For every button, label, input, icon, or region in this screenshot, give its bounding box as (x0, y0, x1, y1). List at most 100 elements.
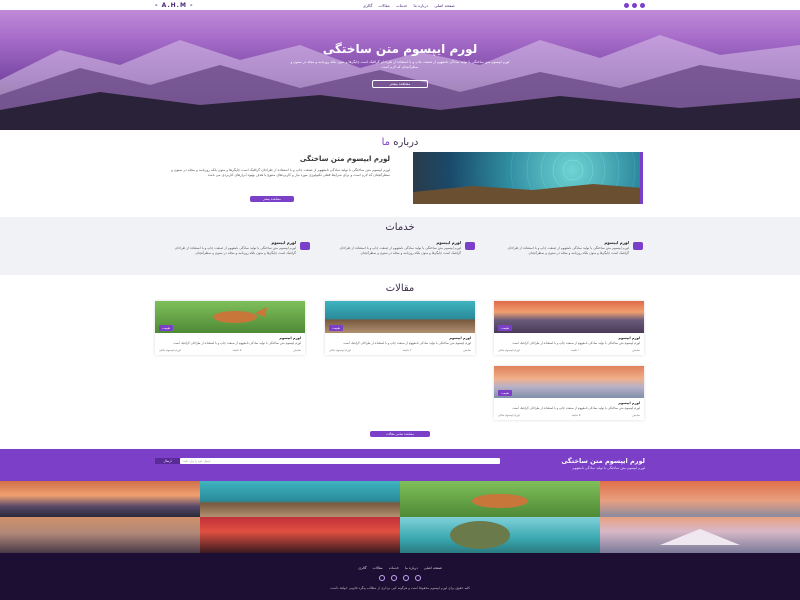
hero-mountains (0, 35, 800, 130)
service-icon (633, 242, 643, 250)
about-heading: لورم ایپسوم متن ساختگی (299, 155, 390, 163)
article-text: لورم ایپسوم متن ساختگی با تولید سادگی نا… (343, 341, 471, 345)
article-text: لورم ایپسوم متن ساختگی با تولید سادگی نا… (512, 406, 640, 410)
gallery-image[interactable] (600, 517, 800, 553)
about-section-title: درباره ما (0, 137, 800, 148)
about-paragraph: لورم ایپسوم متن ساختگی با تولید سادگی نا… (171, 168, 390, 177)
instagram-icon[interactable] (632, 2, 637, 8)
service-icon (465, 242, 475, 250)
newsletter-email-input[interactable]: ایمیل خود را وارد کنید (180, 458, 500, 464)
article-title: لورم ایپسوم (279, 336, 301, 340)
service-text: لورم ایپسوم متن ساختگی با تولید سادگی نا… (507, 246, 629, 255)
article-image-mountain: طبیعت (494, 366, 644, 398)
site-footer: صفحه اصلی درباره ما خدمات مقالات گالری ک… (0, 553, 800, 600)
about-more-button[interactable]: مشاهده بیشتر (250, 196, 294, 202)
article-meta: نمایش ۵ دقیقه لورم ایپسوم مثالی (155, 345, 305, 355)
footer-item-gallery[interactable]: گالری (358, 566, 366, 570)
nav-item-services[interactable]: خدمات (396, 3, 408, 8)
article-card[interactable]: طبیعت لورم ایپسوم لورم ایپسوم متن ساختگی… (155, 301, 305, 355)
about-title-accent: ما (381, 137, 391, 148)
article-card[interactable]: طبیعت لورم ایپسوم لورم ایپسوم متن ساختگی… (325, 301, 475, 355)
article-meta: نمایش ۷ دقیقه لورم ایپسوم مثالی (325, 345, 475, 355)
article-author: لورم ایپسوم مثالی (159, 348, 181, 352)
hero-more-button[interactable]: مشاهده بیشتر (372, 80, 428, 88)
footer-socials (0, 575, 800, 581)
article-views: نمایش (632, 413, 640, 417)
article-text: لورم ایپسوم متن ساختگی با تولید سادگی نا… (512, 341, 640, 345)
nav-item-articles[interactable]: مقالات (378, 3, 389, 8)
gallery-image[interactable] (200, 517, 400, 553)
article-text: لورم ایپسوم متن ساختگی با تولید سادگی نا… (173, 341, 301, 345)
service-icon (300, 242, 310, 250)
article-time: ۷ دقیقه (402, 348, 412, 352)
about-image (413, 152, 643, 204)
article-card[interactable]: طبیعت لورم ایپسوم لورم ایپسوم متن ساختگی… (494, 301, 644, 355)
nav-item-home[interactable]: صفحه اصلی (434, 3, 455, 8)
twitter-icon[interactable] (391, 575, 397, 581)
gallery-image[interactable] (400, 517, 600, 553)
site-logo[interactable]: - A.H.M - (155, 2, 194, 9)
article-meta: نمایش ۵ دقیقه لورم ایپسوم مثالی (494, 410, 644, 420)
about-title-text: درباره (393, 137, 419, 148)
instagram-icon[interactable] (379, 575, 385, 581)
star-trails-image (413, 152, 640, 204)
newsletter-subtitle: لورم ایپسوم متن ساختگی با تولید سادگی نا… (572, 466, 645, 470)
footer-item-home[interactable]: صفحه اصلی (424, 566, 442, 570)
telegram-icon[interactable] (415, 575, 421, 581)
article-time: ۱۰ دقیقه (570, 348, 582, 352)
article-card[interactable]: طبیعت لورم ایپسوم لورم ایپسوم متن ساختگی… (494, 366, 644, 420)
service-title: لورم ایپسوم (271, 240, 296, 245)
article-badge: طبیعت (498, 325, 513, 331)
footer-menu: صفحه اصلی درباره ما خدمات مقالات گالری (0, 566, 800, 570)
service-text: لورم ایپسوم متن ساختگی با تولید سادگی نا… (339, 246, 461, 255)
gallery-image[interactable] (0, 481, 200, 517)
gallery-image[interactable] (600, 481, 800, 517)
nav-item-about[interactable]: درباره ما (414, 3, 429, 8)
article-badge: طبیعت (498, 390, 513, 396)
top-navbar: صفحه اصلی درباره ما خدمات مقالات گالری -… (0, 0, 800, 10)
article-image-fox: طبیعت (155, 301, 305, 333)
article-views: نمایش (463, 348, 471, 352)
gallery-image[interactable] (400, 481, 600, 517)
hero-section: لورم ایپسوم متن ساختگی لورم ایپسوم متن س… (0, 10, 800, 130)
service-title: لورم ایپسوم (604, 240, 629, 245)
footer-item-articles[interactable]: مقالات (373, 566, 383, 570)
article-views: نمایش (632, 348, 640, 352)
article-time: ۵ دقیقه (232, 348, 242, 352)
article-badge: طبیعت (329, 325, 344, 331)
twitter-icon[interactable] (624, 2, 629, 8)
gallery-image[interactable] (200, 481, 400, 517)
hero-title: لورم ایپسوم متن ساختگی (322, 42, 478, 56)
newsletter-title: لورم ایپسوم متن ساختگی (561, 457, 645, 465)
article-author: لورم ایپسوم مثالی (498, 348, 520, 352)
article-image-sunset: طبیعت (494, 301, 644, 333)
article-title: لورم ایپسوم (449, 336, 471, 340)
article-meta: نمایش ۱۰ دقیقه لورم ایپسوم مثالی (494, 345, 644, 355)
article-title: لورم ایپسوم (618, 401, 640, 405)
article-badge: طبیعت (159, 325, 174, 331)
article-title: لورم ایپسوم (618, 336, 640, 340)
telegram-icon[interactable] (640, 2, 645, 8)
footer-copyright: کلیه حقوق برای لورم ایپسوم محفوظ است و ه… (330, 586, 470, 590)
article-author: لورم ایپسوم مثالی (329, 348, 351, 352)
nav-item-gallery[interactable]: گالری (363, 3, 373, 8)
nav-socials (624, 2, 645, 8)
gallery-grid (0, 481, 800, 553)
footer-item-services[interactable]: خدمات (389, 566, 399, 570)
hero-subtitle: لورم ایپسوم متن ساختگی با تولید سادگی نا… (290, 60, 510, 69)
article-views: نمایش (293, 348, 301, 352)
newsletter-section: لورم ایپسوم متن ساختگی لورم ایپسوم متن س… (0, 449, 800, 481)
all-articles-button[interactable]: مشاهده تمامی مقالات (370, 431, 430, 437)
article-time: ۵ دقیقه (571, 413, 581, 417)
service-title: لورم ایپسوم (436, 240, 461, 245)
article-image-beach: طبیعت (325, 301, 475, 333)
articles-title: مقالات (385, 283, 415, 294)
newsletter-submit-button[interactable]: ارسال (155, 458, 180, 464)
service-text: لورم ایپسوم متن ساختگی با تولید سادگی نا… (174, 246, 296, 255)
gallery-image[interactable] (0, 517, 200, 553)
article-author: لورم ایپسوم مثالی (498, 413, 520, 417)
footer-item-about[interactable]: درباره ما (405, 566, 418, 570)
services-title: خدمات (385, 222, 415, 233)
nav-menu: صفحه اصلی درباره ما خدمات مقالات گالری (363, 3, 455, 8)
whatsapp-icon[interactable] (403, 575, 409, 581)
